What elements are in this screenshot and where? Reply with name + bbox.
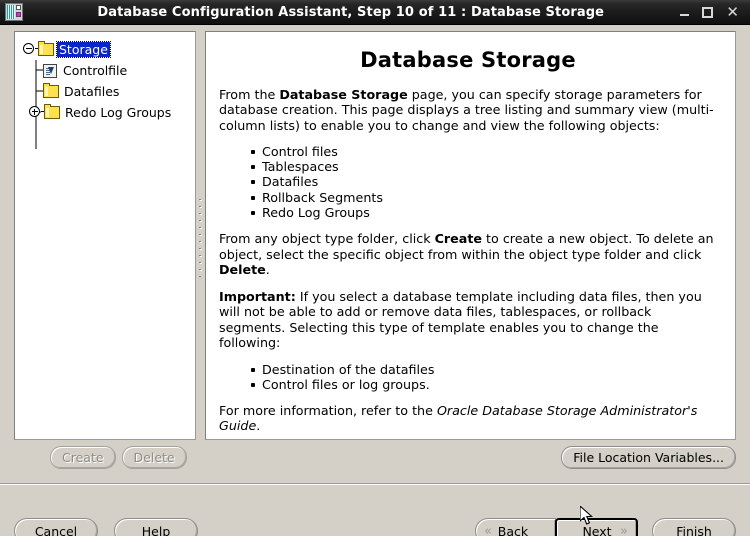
tree-node-controlfile-label: Controlfile [63, 63, 128, 78]
create-button[interactable]: Create [50, 446, 116, 469]
back-button[interactable]: « Back [475, 518, 556, 536]
delete-word: Delete [219, 262, 266, 278]
close-icon[interactable]: ✕ [726, 5, 739, 20]
app-icon-block-white [16, 5, 21, 10]
storage-tree-panel[interactable]: Storage Controlfile Datafiles Redo Log G… [14, 31, 196, 440]
delete-button[interactable]: Delete [121, 446, 187, 469]
back-button-label: Back [497, 523, 529, 536]
footer-divider [0, 483, 750, 485]
create-delete-paragraph: From any object type folder, click Creat… [219, 231, 717, 278]
minimize-icon[interactable] [680, 7, 690, 17]
window-controls: ✕ [680, 5, 750, 20]
next-button-label: Next [582, 523, 612, 536]
intro-bold: Database Storage [279, 86, 408, 102]
more-info-paragraph: For more information, refer to the Oracl… [219, 403, 717, 434]
dbca-window: Database Configuration Assistant, Step 1… [0, 0, 750, 536]
list-item: Redo Log Groups [251, 205, 717, 220]
page-title: Database Storage [360, 48, 576, 72]
important-label: Important: [219, 288, 296, 304]
expand-plus-icon[interactable] [29, 106, 45, 119]
tree-node-storage-label: Storage [56, 41, 111, 58]
next-button[interactable]: Next » [555, 518, 638, 536]
collapse-minus-icon[interactable] [23, 43, 39, 56]
double-chevron-left-icon: « [484, 523, 492, 536]
content-panel: Database Storage From the Database Stora… [205, 31, 736, 440]
action-button-row: Create Delete File Location Variables... [0, 444, 750, 478]
finish-button[interactable]: Finish [652, 518, 736, 536]
object-list: Control files Tablespaces Datafiles Roll… [219, 144, 717, 220]
app-icon-block-magenta [16, 12, 21, 17]
list-item: Tablespaces [251, 159, 717, 174]
tree-node-datafiles[interactable]: Datafiles [15, 81, 195, 102]
create-word: Create [434, 231, 483, 247]
create-delete-prefix: From any object type folder, click [219, 231, 435, 247]
split-pane: Storage Controlfile Datafiles Redo Log G… [14, 31, 736, 440]
important-paragraph: Important: If you select a database temp… [219, 289, 717, 351]
create-delete-suffix: . [265, 262, 270, 278]
client-area: Storage Controlfile Datafiles Redo Log G… [0, 25, 750, 536]
more-info-prefix: For more information, refer to the [219, 402, 437, 418]
list-item: Destination of the datafiles [251, 362, 717, 377]
intro-prefix: From the [219, 86, 280, 102]
list-item: Control files or log groups. [251, 377, 717, 392]
folder-icon [38, 41, 54, 56]
app-icon-stripes [7, 5, 15, 19]
help-button[interactable]: Help [114, 518, 198, 536]
folder-icon [43, 83, 59, 98]
tree-node-storage[interactable]: Storage [15, 39, 195, 60]
window-title: Database Configuration Assistant, Step 1… [97, 4, 605, 20]
change-list: Destination of the datafiles Control fil… [219, 362, 717, 392]
file-location-variables-button[interactable]: File Location Variables... [561, 446, 736, 469]
list-item: Control files [251, 144, 717, 159]
folder-icon [44, 104, 60, 119]
tree-node-redo-log-groups[interactable]: Redo Log Groups [15, 102, 195, 123]
split-pane-grip[interactable] [199, 199, 203, 277]
tree-root: Storage Controlfile Datafiles Redo Log G… [15, 32, 195, 123]
tree-node-controlfile[interactable]: Controlfile [15, 60, 195, 81]
split-pane-divider[interactable] [197, 31, 205, 440]
cancel-button[interactable]: Cancel [14, 518, 98, 536]
more-info-suffix: . [256, 418, 261, 434]
double-chevron-right-icon: » [620, 523, 628, 536]
intro-paragraph: From the Database Storage page, you can … [219, 87, 717, 134]
maximize-icon[interactable] [702, 6, 714, 18]
finish-button-label: Finish [676, 523, 712, 536]
list-item: Datafiles [251, 174, 717, 189]
tree-node-datafiles-label: Datafiles [64, 84, 120, 99]
title-bar: Database Configuration Assistant, Step 1… [0, 0, 750, 25]
controlfile-icon [43, 63, 57, 78]
navigation-bar: Cancel Help « Back Next » Finish [0, 490, 750, 536]
list-item: Rollback Segments [251, 190, 717, 205]
database-app-icon [5, 3, 23, 21]
tree-node-redo-log-groups-label: Redo Log Groups [65, 105, 172, 120]
